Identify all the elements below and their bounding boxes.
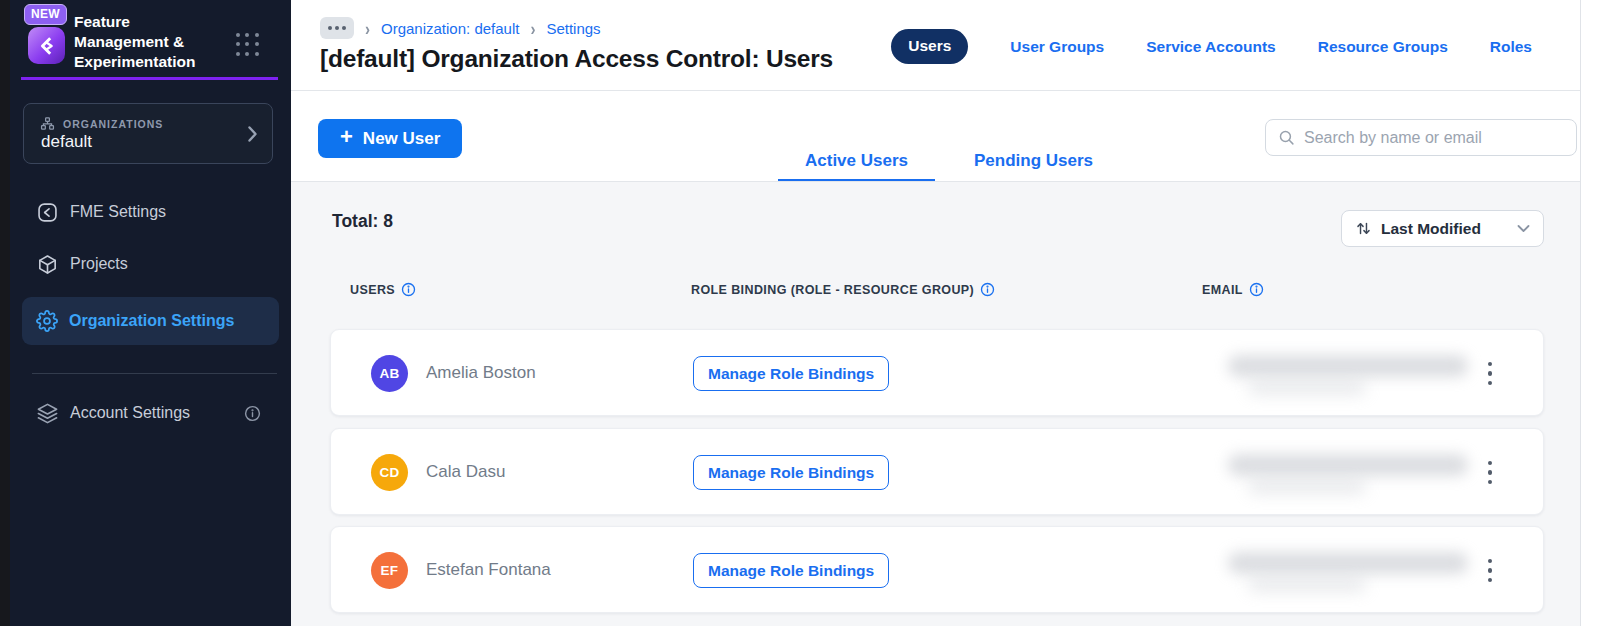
- gear-icon: [36, 310, 58, 332]
- search-input-wrapper: [1265, 119, 1577, 156]
- user-state-tabs: Active Users Pending Users: [778, 140, 1120, 182]
- fme-logo-icon: [36, 201, 59, 224]
- app-switcher-icon[interactable]: [236, 33, 260, 57]
- sidebar-item-label: Account Settings: [70, 404, 190, 422]
- app-logo-icon[interactable]: [28, 27, 65, 64]
- chevron-separator-icon: ›: [365, 18, 370, 38]
- column-header-users: USERS: [350, 282, 416, 297]
- row-menu-button[interactable]: [1478, 429, 1502, 516]
- layers-icon: [36, 402, 59, 425]
- redacted-email-line2: [1248, 382, 1366, 394]
- avatar: EF: [371, 552, 408, 589]
- avatar: CD: [371, 454, 408, 491]
- user-name: Cala Dasu: [426, 462, 505, 482]
- redacted-email-line2: [1248, 481, 1366, 493]
- content-right-border: [1580, 0, 1581, 626]
- plus-icon: +: [340, 124, 353, 150]
- organization-selector[interactable]: ORGANIZATIONS default: [23, 103, 273, 164]
- sidebar-item-projects[interactable]: Projects: [22, 240, 279, 288]
- chevron-separator-icon: ›: [530, 18, 535, 38]
- search-icon: [1278, 129, 1295, 146]
- sort-arrows-icon: [1355, 220, 1372, 237]
- manage-role-bindings-button[interactable]: Manage Role Bindings: [693, 455, 889, 490]
- product-title: Feature Management & Experimentation: [74, 12, 195, 72]
- column-header-email: EMAIL: [1202, 282, 1264, 297]
- sidebar-divider: [32, 373, 277, 374]
- search-input[interactable]: [1304, 129, 1564, 147]
- chevron-right-icon: [247, 124, 258, 144]
- user-name: Estefan Fontana: [426, 560, 551, 580]
- user-name: Amelia Boston: [426, 363, 536, 383]
- sidebar-item-account-settings[interactable]: Account Settings: [22, 389, 279, 437]
- sidebar-item-fme-settings[interactable]: FME Settings: [22, 188, 279, 236]
- user-row: CD Cala Dasu Manage Role Bindings: [330, 428, 1544, 515]
- redacted-email: [1228, 454, 1468, 476]
- sort-value: Last Modified: [1381, 220, 1508, 238]
- sidebar: NEW Feature Management & Experimentation…: [10, 0, 291, 626]
- row-menu-button[interactable]: [1478, 330, 1502, 417]
- tab-active-users[interactable]: Active Users: [778, 140, 935, 182]
- sidebar-item-label: Projects: [70, 255, 128, 273]
- breadcrumb: › Organization: default › Settings: [320, 17, 601, 39]
- tab-service-accounts[interactable]: Service Accounts: [1146, 38, 1276, 56]
- sidebar-item-label: FME Settings: [70, 203, 166, 221]
- user-row: EF Estefan Fontana Manage Role Bindings: [330, 526, 1544, 613]
- organizations-label: ORGANIZATIONS: [63, 118, 163, 130]
- breadcrumb-ellipsis-button[interactable]: [320, 17, 354, 39]
- tab-resource-groups[interactable]: Resource Groups: [1318, 38, 1448, 56]
- info-icon[interactable]: [1249, 282, 1264, 297]
- main-content: › Organization: default › Settings [defa…: [291, 0, 1600, 626]
- sidebar-item-label: Organization Settings: [69, 312, 234, 330]
- new-badge: NEW: [24, 4, 67, 25]
- manage-role-bindings-button[interactable]: Manage Role Bindings: [693, 553, 889, 588]
- organization-value: default: [41, 132, 92, 152]
- tab-user-groups[interactable]: User Groups: [1010, 38, 1104, 56]
- header-divider: [291, 90, 1580, 91]
- manage-role-bindings-button[interactable]: Manage Role Bindings: [693, 356, 889, 391]
- tab-users[interactable]: Users: [891, 29, 968, 64]
- new-user-button[interactable]: + New User: [318, 119, 462, 158]
- user-row: AB Amelia Boston Manage Role Bindings: [330, 329, 1544, 416]
- org-hierarchy-icon: [40, 116, 55, 131]
- brand-divider: [21, 77, 278, 80]
- redacted-email: [1228, 552, 1468, 574]
- info-icon[interactable]: [401, 282, 416, 297]
- page-title: [default] Organization Access Control: U…: [320, 45, 833, 73]
- desktop-edge: [0, 0, 10, 626]
- total-count: Total: 8: [332, 211, 393, 232]
- info-icon[interactable]: [980, 282, 995, 297]
- redacted-email-line2: [1248, 579, 1366, 591]
- screen: NEW Feature Management & Experimentation…: [0, 0, 1600, 626]
- breadcrumb-organization-link[interactable]: Organization: default: [381, 20, 519, 37]
- row-menu-button[interactable]: [1478, 527, 1502, 614]
- chevron-down-icon: [1517, 224, 1530, 233]
- breadcrumb-settings-link[interactable]: Settings: [546, 20, 600, 37]
- redacted-email: [1228, 355, 1468, 377]
- info-icon[interactable]: [244, 405, 261, 422]
- avatar: AB: [371, 355, 408, 392]
- tab-roles[interactable]: Roles: [1490, 38, 1532, 56]
- column-header-role-binding: ROLE BINDING (ROLE - RESOURCE GROUP): [691, 282, 995, 297]
- sort-dropdown[interactable]: Last Modified: [1341, 210, 1544, 247]
- sidebar-item-organization-settings[interactable]: Organization Settings: [22, 297, 279, 345]
- tab-pending-users[interactable]: Pending Users: [947, 140, 1120, 182]
- access-control-nav: Users User Groups Service Accounts Resou…: [891, 29, 1532, 64]
- cube-icon: [36, 253, 59, 276]
